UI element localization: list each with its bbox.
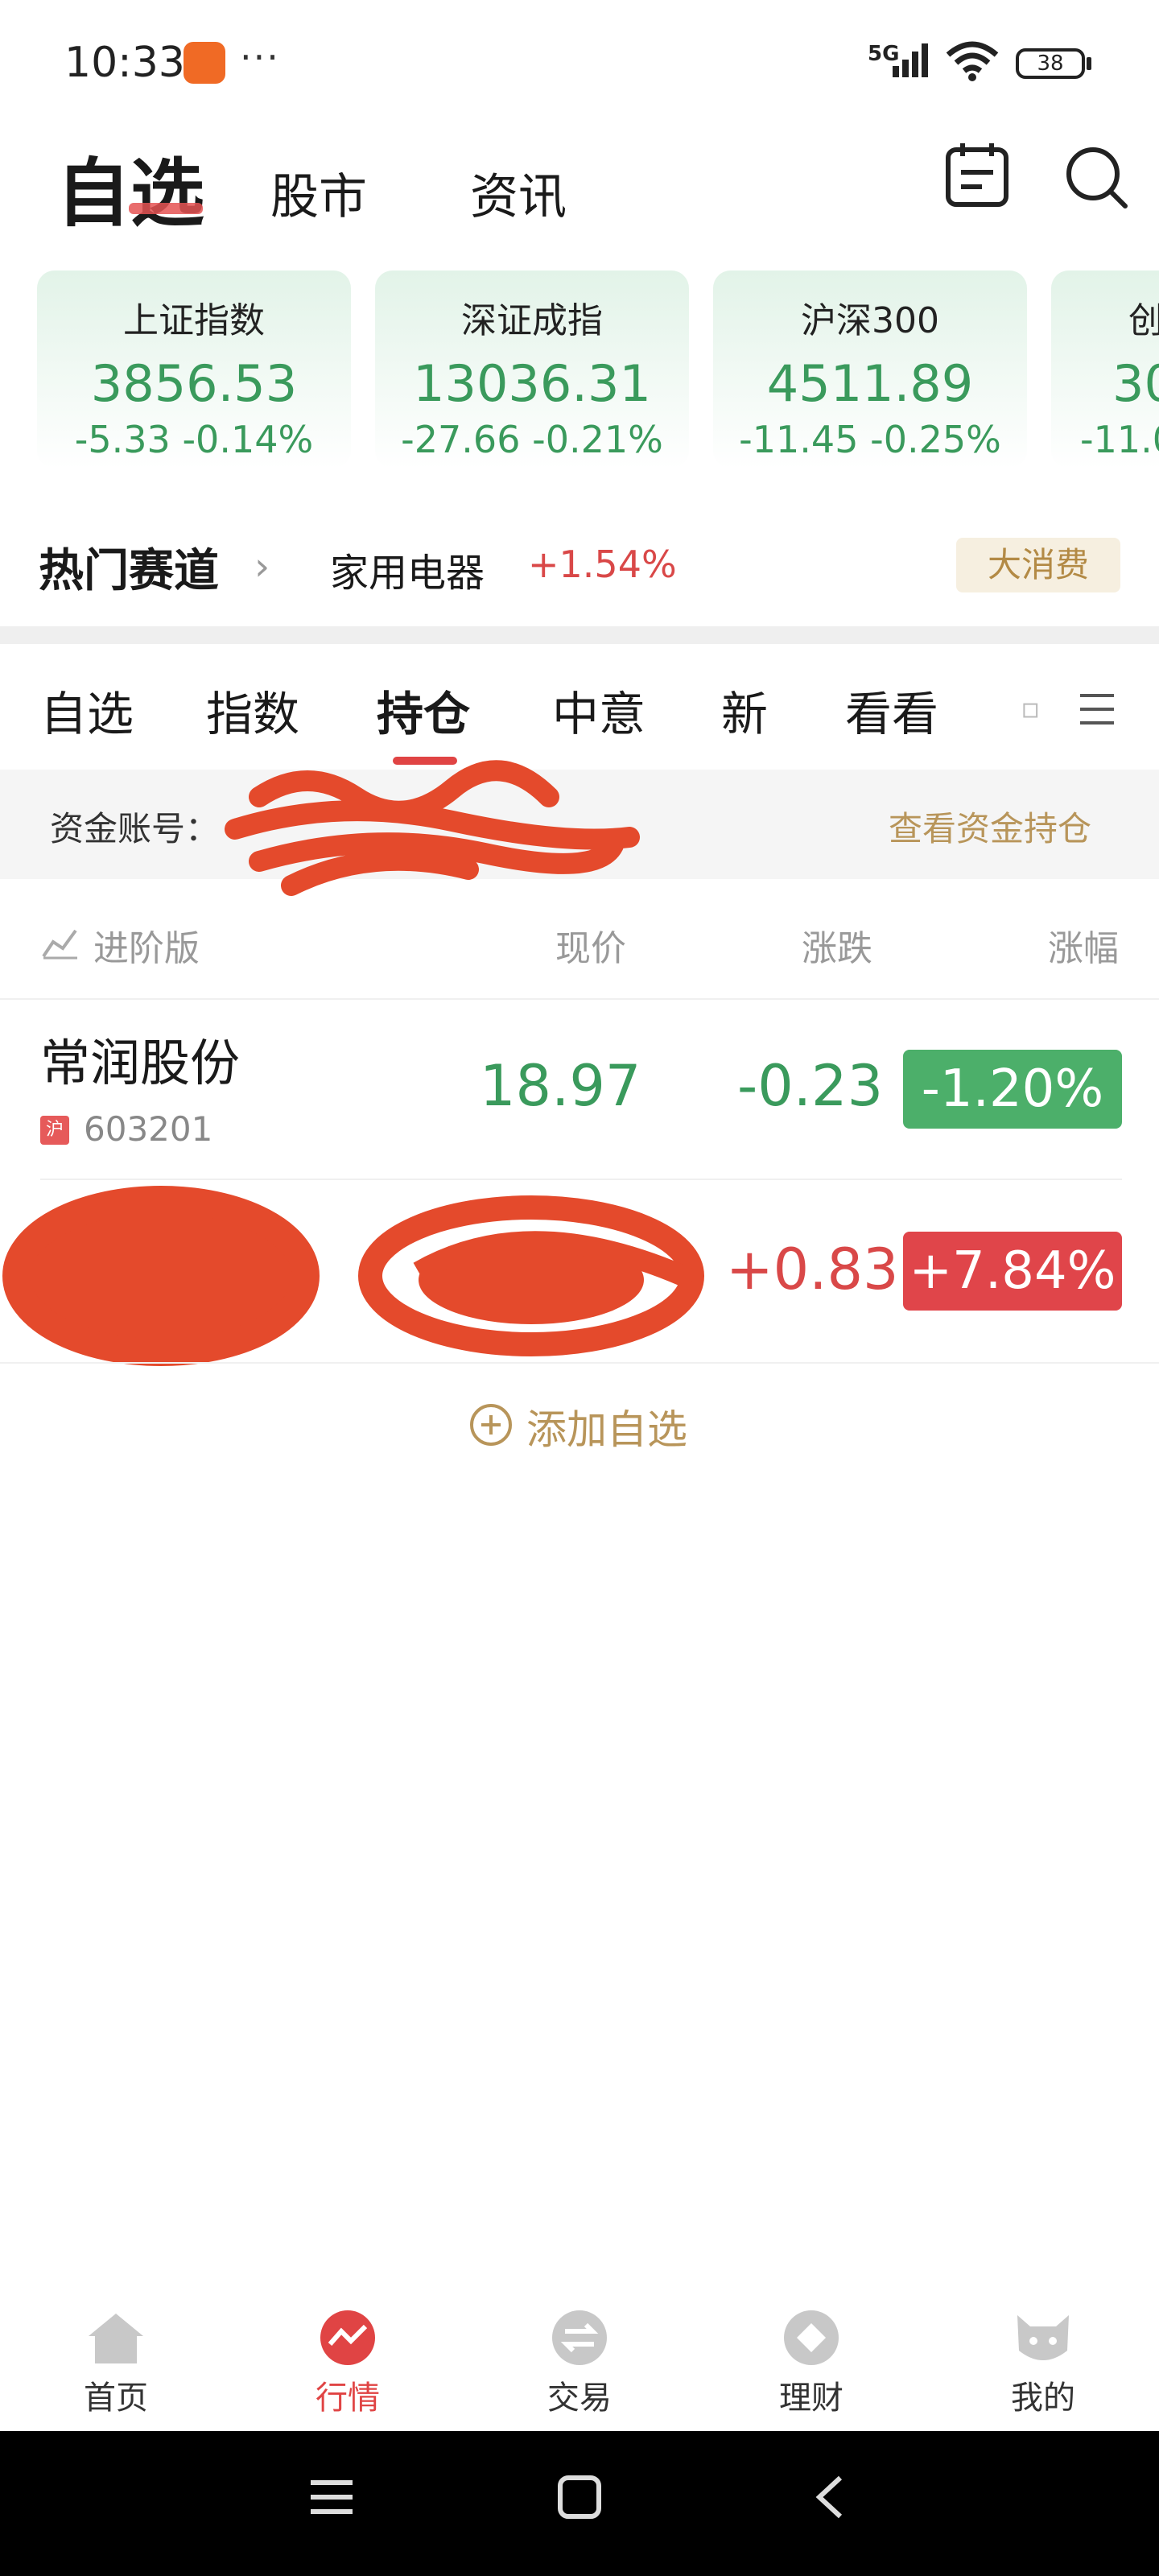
chevron-right-icon[interactable]: › (254, 544, 270, 589)
index-card[interactable]: 深证成指 13036.31 -27.66 -0.21% (375, 270, 689, 469)
add-watchlist-button[interactable]: 添加自选 (526, 1397, 687, 1455)
tab-new[interactable]: 新 (721, 676, 768, 744)
index-card[interactable]: 沪深300 4511.89 -11.45 -0.25% (713, 270, 1027, 469)
index-name: 上证指数 (123, 300, 265, 341)
add-circle-icon[interactable] (468, 1402, 514, 1447)
redaction-scribble (2, 1186, 704, 1366)
battery-cap (1087, 57, 1091, 70)
search-icon[interactable] (1062, 143, 1130, 211)
index-card[interactable]: 上证指数 3856.53 -5.33 -0.14% (37, 270, 351, 469)
app-badge-icon (184, 42, 225, 84)
tab-news[interactable]: 资讯 (470, 158, 567, 228)
index-name: 深证成指 (461, 300, 603, 341)
tab-holdings[interactable]: 持仓 (377, 676, 470, 744)
nav-label: 行情 (316, 2380, 380, 2417)
index-value: 4511.89 (766, 354, 974, 413)
column-percent[interactable]: 涨幅 (1048, 919, 1119, 971)
more-notifications-icon: ··· (240, 35, 280, 79)
nav-label: 理财 (779, 2380, 843, 2417)
calendar-icon[interactable] (943, 140, 1011, 208)
page-title[interactable]: 自选 (56, 134, 204, 241)
row-divider (0, 1362, 1159, 1364)
stock-price: 18.97 (480, 1053, 641, 1119)
stock-percent-badge[interactable]: -1.20% (903, 1050, 1122, 1129)
hot-sector-name[interactable]: 家用电器 (330, 541, 485, 597)
nav-market[interactable]: 行情 (267, 2309, 428, 2418)
nav-label: 首页 (84, 2380, 148, 2417)
hot-sector-title[interactable]: 热门赛道 (39, 535, 219, 600)
nav-label: 我的 (1011, 2380, 1075, 2417)
index-value: 13036.31 (413, 354, 651, 413)
trade-icon (552, 2310, 607, 2365)
column-price[interactable]: 现价 (555, 919, 626, 971)
index-change: -5.33 -0.14% (74, 418, 314, 461)
signal-icon (893, 43, 928, 77)
nav-profile[interactable]: 我的 (963, 2309, 1124, 2418)
market-icon (320, 2310, 375, 2365)
stock-percent-badge[interactable]: +7.84% (903, 1232, 1122, 1311)
wealth-icon (784, 2310, 839, 2365)
nav-wealth[interactable]: 理财 (731, 2309, 892, 2418)
nav-trade[interactable]: 交易 (499, 2309, 660, 2418)
account-label: 资金账号： (50, 809, 220, 848)
index-value: 30 (1112, 354, 1159, 413)
index-card[interactable]: 创 30 -11.0 (1051, 270, 1159, 469)
nav-home[interactable]: 首页 (35, 2309, 196, 2418)
more-tabs-icon[interactable]: ▫ (1021, 692, 1040, 725)
index-name: 沪深300 (801, 300, 939, 341)
stock-change: -0.23 (737, 1053, 884, 1119)
battery-icon: 38 (1016, 48, 1085, 79)
index-change: -11.0 (1080, 418, 1159, 461)
tab-index[interactable]: 指数 (206, 676, 299, 744)
home-icon (89, 2314, 143, 2363)
index-name: 创 (1128, 300, 1159, 341)
index-change: -27.66 -0.21% (401, 418, 663, 461)
wifi-icon (946, 41, 999, 81)
advanced-mode-toggle[interactable]: 进阶版 (93, 919, 200, 971)
hot-sector-change: +1.54% (528, 543, 677, 586)
index-change: -11.45 -0.25% (739, 418, 1001, 461)
section-divider (0, 626, 1159, 644)
chart-trend-icon[interactable] (40, 924, 80, 960)
tab-favorite[interactable]: 中意 (552, 676, 645, 744)
tab-watch[interactable]: 看看 (845, 676, 938, 744)
home-system-icon[interactable] (555, 2473, 604, 2521)
tab-stock-market[interactable]: 股市 (270, 158, 367, 228)
stock-change: +0.83 (726, 1236, 899, 1302)
sector-badge[interactable]: 大消费 (956, 538, 1120, 592)
index-value: 3856.53 (90, 354, 298, 413)
stock-code: 603201 (84, 1109, 213, 1149)
nav-label: 交易 (547, 2380, 612, 2417)
title-underline (129, 203, 203, 214)
stock-name: 常润股份 (40, 1034, 241, 1092)
system-nav-bar (0, 2431, 1159, 2576)
column-change[interactable]: 涨跌 (802, 919, 872, 971)
back-icon[interactable] (806, 2473, 855, 2521)
market-badge: 沪 (40, 1116, 69, 1145)
recents-icon[interactable] (307, 2473, 356, 2521)
tab-watchlist[interactable]: 自选 (40, 676, 134, 744)
menu-icon[interactable] (1077, 689, 1117, 729)
status-time: 10:33 (64, 39, 185, 87)
profile-icon (1017, 2315, 1069, 2360)
view-holdings-link[interactable]: 查看资金持仓 (889, 802, 1091, 851)
